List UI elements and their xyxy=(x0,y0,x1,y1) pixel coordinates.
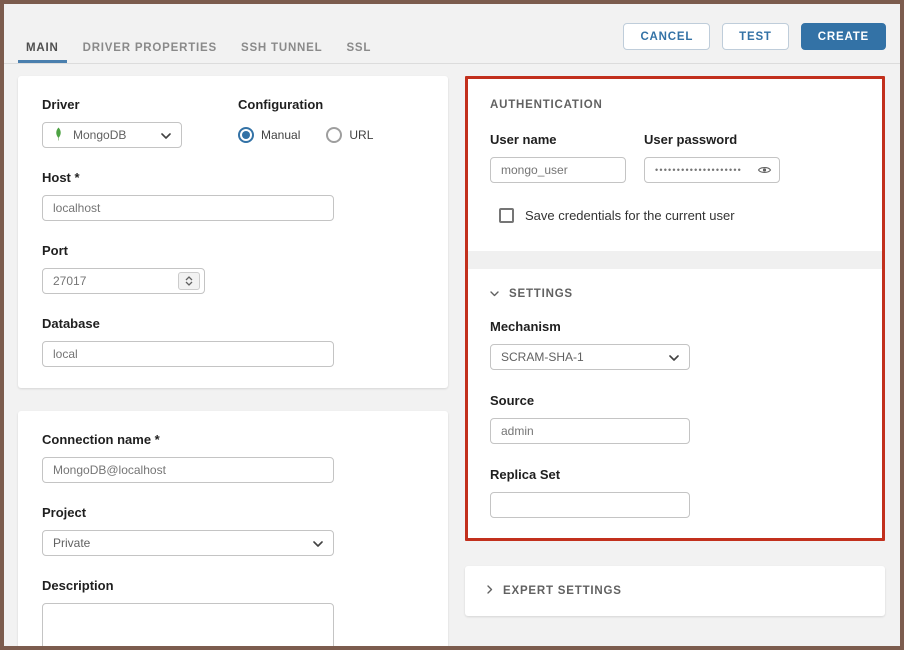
user-name-label: User name xyxy=(490,132,626,147)
dialog-content: Driver MongoDB xyxy=(4,64,900,650)
configuration-radio-manual[interactable]: Manual xyxy=(238,127,300,143)
settings-header[interactable]: SETTINGS xyxy=(490,288,860,300)
database-group: Database xyxy=(42,316,424,367)
eye-icon[interactable] xyxy=(757,163,772,181)
expert-settings-header[interactable]: EXPERT SETTINGS xyxy=(487,585,622,597)
host-label: Host * xyxy=(42,170,424,185)
connection-name-input[interactable] xyxy=(42,457,334,483)
tab-ssl[interactable]: SSL xyxy=(338,34,379,63)
chevron-down-icon xyxy=(161,128,171,142)
source-label: Source xyxy=(490,393,860,408)
tab-bar: MAIN DRIVER PROPERTIES SSH TUNNEL SSL xyxy=(18,34,379,63)
project-group: Project Private xyxy=(42,505,424,556)
authentication-section: AUTHENTICATION User name User password xyxy=(468,79,882,251)
port-label: Port xyxy=(42,243,424,258)
mechanism-group: Mechanism SCRAM-SHA-1 xyxy=(490,319,860,370)
description-textarea[interactable] xyxy=(42,603,334,650)
replica-set-input[interactable] xyxy=(490,492,690,518)
mongodb-leaf-icon xyxy=(53,127,64,144)
save-credentials-label: Save credentials for the current user xyxy=(525,208,735,223)
project-value: Private xyxy=(53,536,90,550)
connection-name-label: Connection name * xyxy=(42,432,424,447)
connection-name-card: Connection name * Project Private Descri… xyxy=(18,411,448,650)
tab-driver-properties[interactable]: DRIVER PROPERTIES xyxy=(75,34,225,63)
authentication-highlight-box: AUTHENTICATION User name User password xyxy=(465,76,885,541)
expert-settings-card: EXPERT SETTINGS xyxy=(465,566,885,616)
host-group: Host * xyxy=(42,170,424,221)
section-divider xyxy=(468,251,882,269)
create-button[interactable]: CREATE xyxy=(801,23,886,50)
mechanism-select[interactable]: SCRAM-SHA-1 xyxy=(490,344,690,370)
user-password-group: User password xyxy=(644,132,780,183)
configuration-group: Configuration Manual URL xyxy=(238,97,373,148)
port-stepper[interactable] xyxy=(178,272,200,290)
radio-selected-icon xyxy=(238,127,254,143)
connection-dialog-window: MAIN DRIVER PROPERTIES SSH TUNNEL SSL CA… xyxy=(0,0,904,650)
right-column: AUTHENTICATION User name User password xyxy=(465,76,885,650)
settings-section: SETTINGS Mechanism SCRAM-SHA-1 xyxy=(468,269,882,538)
configuration-label: Configuration xyxy=(238,97,373,112)
user-password-label: User password xyxy=(644,132,780,147)
authentication-header: AUTHENTICATION xyxy=(490,99,860,111)
source-group: Source xyxy=(490,393,860,444)
left-column: Driver MongoDB xyxy=(18,76,448,650)
tab-main[interactable]: MAIN xyxy=(18,34,67,63)
driver-label: Driver xyxy=(42,97,182,112)
source-input[interactable] xyxy=(490,418,690,444)
database-label: Database xyxy=(42,316,424,331)
connection-settings-card: Driver MongoDB xyxy=(18,76,448,388)
cancel-button[interactable]: CANCEL xyxy=(623,23,710,50)
save-credentials-checkbox-row[interactable]: Save credentials for the current user xyxy=(499,208,860,223)
action-buttons: CANCEL TEST CREATE xyxy=(623,23,886,50)
radio-unselected-icon xyxy=(326,127,342,143)
mechanism-label: Mechanism xyxy=(490,319,860,334)
chevron-down-icon xyxy=(490,288,499,300)
project-label: Project xyxy=(42,505,424,520)
replica-set-group: Replica Set xyxy=(490,467,860,518)
radio-url-label: URL xyxy=(349,128,373,142)
test-button[interactable]: TEST xyxy=(722,23,789,50)
tab-ssh-tunnel[interactable]: SSH TUNNEL xyxy=(233,34,330,63)
checkbox-unchecked-icon[interactable] xyxy=(499,208,514,223)
user-name-group: User name xyxy=(490,132,626,183)
description-group: Description xyxy=(42,578,424,650)
replica-set-label: Replica Set xyxy=(490,467,860,482)
expert-settings-header-label: EXPERT SETTINGS xyxy=(503,585,622,597)
driver-select[interactable]: MongoDB xyxy=(42,122,182,148)
database-input[interactable] xyxy=(42,341,334,367)
settings-header-label: SETTINGS xyxy=(509,288,573,300)
chevron-down-icon xyxy=(313,536,323,550)
driver-group: Driver MongoDB xyxy=(42,97,182,148)
description-label: Description xyxy=(42,578,424,593)
radio-manual-label: Manual xyxy=(261,128,300,142)
project-select[interactable]: Private xyxy=(42,530,334,556)
mechanism-value: SCRAM-SHA-1 xyxy=(501,350,584,364)
chevron-down-icon xyxy=(669,350,679,364)
port-group: Port xyxy=(42,243,424,294)
configuration-radio-url[interactable]: URL xyxy=(326,127,373,143)
host-input[interactable] xyxy=(42,195,334,221)
driver-value: MongoDB xyxy=(73,128,126,142)
resize-handle-icon[interactable] xyxy=(322,646,332,650)
user-name-input[interactable] xyxy=(490,157,626,183)
chevron-right-icon xyxy=(487,585,493,597)
connection-name-group: Connection name * xyxy=(42,432,424,483)
dialog-header: MAIN DRIVER PROPERTIES SSH TUNNEL SSL CA… xyxy=(4,4,900,64)
